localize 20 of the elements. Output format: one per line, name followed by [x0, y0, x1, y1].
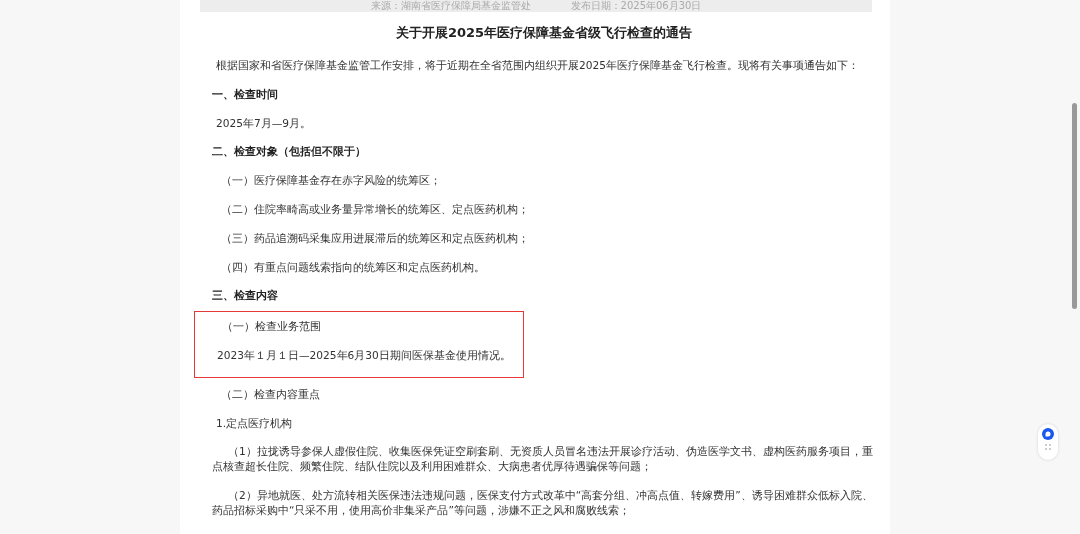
- paragraph: （二）检查内容重点: [220, 386, 321, 402]
- section-heading: 一、检查时间: [212, 86, 279, 102]
- paragraph: （1）拉拢诱导参保人虚假住院、收集医保凭证空刷套刷、无资质人员冒名违法开展诊疗活动、伪造医学文书、虚构医药服务项目，重点核查超长住院、频繁住院、结队住院以及利用困难群众、大病患者优厚待遇骗保等问题；: [212, 444, 874, 475]
- scrollbar-thumb[interactable]: [1072, 103, 1077, 309]
- paragraph: 2025年7月—9月。: [215, 115, 313, 131]
- paragraph: 2023年１月１日—2025年6月30日期间医保基金使用情况。: [216, 347, 512, 363]
- paragraph: （二）住院率畸高或业务量异常增长的统筹区、定点医药机构；: [220, 202, 530, 217]
- section-heading: 三、检查内容: [212, 288, 279, 304]
- paragraph: （一）医疗保障基金存在赤字风险的统筹区；: [220, 173, 442, 189]
- floating-widget[interactable]: [1038, 424, 1058, 460]
- paragraph: 根据国家和省医疗保障基金监管工作安排，将于近期在全省范围内组织开展2025年医疗保障基金飞行检查。现将有关事项通告如下：: [215, 58, 860, 73]
- grip-icon[interactable]: [1045, 444, 1051, 450]
- paragraph: （2）异地就医、处方流转相关医保违法违规问题，医保支付方式改革中“高套分组、冲高点值、转嫁费用”、诱导困难群众低标入院、药品招标采购中“只采不用，使用高价非集采产品”等问题，涉嫌不正之风和腐败线索；: [212, 488, 874, 519]
- paragraph: （一）检查业务范围: [221, 319, 322, 335]
- bubble-icon[interactable]: [1042, 428, 1054, 440]
- paragraph: （四）有重点问题线索指向的统筹区和定点医药机构。: [220, 259, 486, 275]
- paragraph: （三）药品追溯码采集应用进展滞后的统筹区和定点医药机构；: [220, 230, 530, 246]
- article-title: 关于开展2025年医疗保障基金省级飞行检查的通告: [394, 24, 694, 42]
- section-heading: 二、检查对象（包括但不限于）: [212, 144, 367, 160]
- paragraph: 1.定点医疗机构: [215, 415, 294, 431]
